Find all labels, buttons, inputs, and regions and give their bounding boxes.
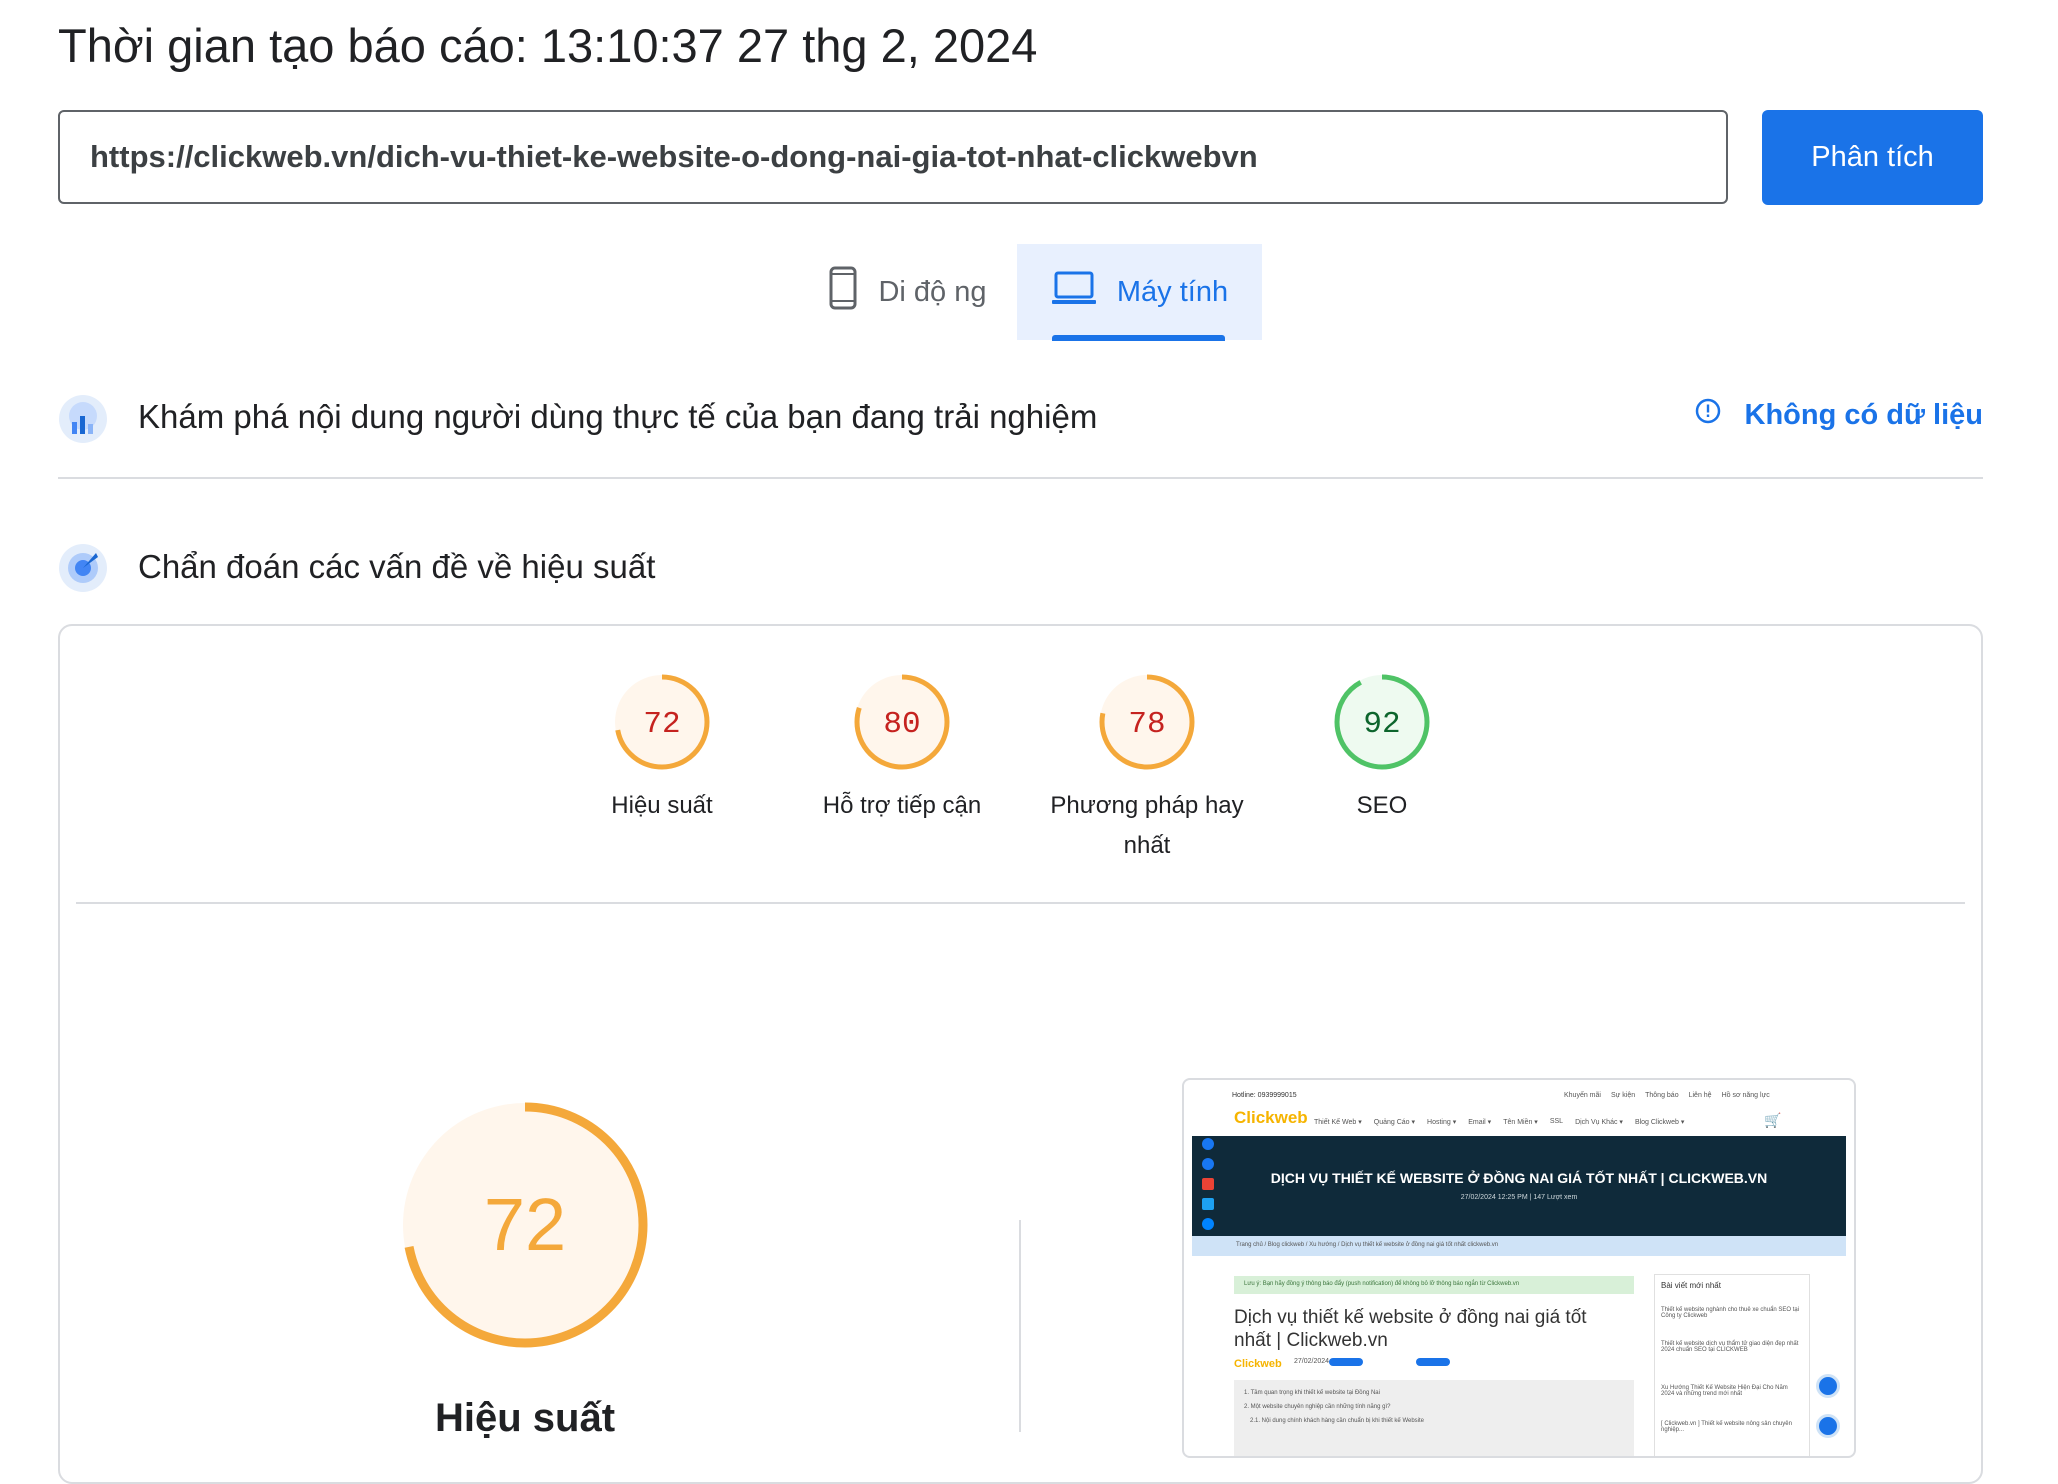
ss-breadcrumb-bar: Trang chủ / Blog clickweb / Xu hướng / D… (1192, 1236, 1846, 1256)
score-gauge-seo[interactable]: 92 SEO (1287, 672, 1477, 826)
diagnostics-title: Chẩn đoán các vấn đề về hiệu suất (138, 548, 656, 585)
ss-sidebar-item: Thiết kế website nghành cho thuê xe chuẩ… (1661, 1307, 1800, 1319)
ss-top-links: Khuyến mãi Sự kiện Thông báo Liên hệ Hồ … (1564, 1092, 1770, 1099)
analyze-button[interactable]: Phân tích (1762, 110, 1983, 205)
ss-top-link: Khuyến mãi (1564, 1092, 1601, 1099)
cart-icon: 🛒 (1764, 1112, 1782, 1128)
big-gauge-label: Hiệu suất (434, 1396, 616, 1440)
gauge-label: Hỗ trợ tiếp cận (822, 792, 982, 819)
ss-tag (1329, 1358, 1363, 1366)
gauge-label: Phương pháp hay nhất (1050, 792, 1244, 859)
gmail-icon (1202, 1178, 1214, 1190)
ss-top-link: Liên hệ (1688, 1092, 1712, 1099)
ss-notice-text: Lưu ý: Bạn hãy đồng ý thông báo đẩy (pus… (1244, 1281, 1520, 1287)
plus-icon (1202, 1138, 1214, 1150)
ss-banner: DỊCH VỤ THIẾT KẾ WEBSITE Ở ĐỒNG NAI GIÁ … (1192, 1136, 1846, 1236)
ss-tag (1416, 1358, 1450, 1366)
no-data-link[interactable]: Không có dữ liệu (1695, 398, 1984, 432)
tab-mobile[interactable]: Di độ ng (800, 244, 1015, 340)
ss-banner-title: DỊCH VỤ THIẾT KẾ WEBSITE Ở ĐỒNG NAI GIÁ … (1270, 1170, 1768, 1186)
tab-desktop-label: Máy tính (1116, 275, 1229, 308)
ss-toc: 1. Tầm quan trọng khi thiết kế website t… (1234, 1380, 1634, 1456)
ss-top-link: Sự kiện (1610, 1092, 1636, 1099)
report-time: Thời gian tạo báo cáo: 13:10:37 27 thg 2… (58, 19, 1038, 72)
ss-nav-item: Thiết Kế Web ▾ (1314, 1119, 1362, 1126)
vertical-divider (1019, 1220, 1021, 1432)
ss-nav-item: Hosting ▾ (1427, 1119, 1457, 1126)
ss-top-link: Hồ sơ năng lực (1721, 1092, 1770, 1099)
gauge-score: 78 (1128, 707, 1165, 742)
chat-icon (1816, 1374, 1840, 1398)
laptop-icon (1051, 270, 1097, 314)
performance-big-gauge: 72 (394, 1094, 656, 1361)
section-divider (58, 477, 1983, 479)
ss-nav-item: Dịch Vụ Khác ▾ (1575, 1119, 1623, 1126)
gauge-ring: 78 (1099, 674, 1195, 770)
ss-social-bar (1202, 1138, 1216, 1230)
url-input[interactable]: https://clickweb.vn/dich-vu-thiet-ke-web… (58, 110, 1728, 204)
ss-sidebar-item: [ Clickweb.vn ] Thiết kế website nông sả… (1661, 1421, 1792, 1433)
info-icon (1695, 398, 1721, 432)
gauge-ring: 80 (854, 674, 950, 770)
ss-nav-item: Email ▾ (1468, 1119, 1492, 1126)
facebook-icon (1202, 1158, 1214, 1170)
ss-date: 27/02/2024 (1294, 1358, 1330, 1365)
gauge-score: 80 (883, 707, 920, 742)
ss-sidebar-item: Thiết kế website dịch vụ thẩm tử giao di… (1661, 1341, 1799, 1353)
url-input-value: https://clickweb.vn/dich-vu-thiet-ke-web… (90, 139, 1258, 174)
gauge-score: 72 (643, 707, 680, 742)
crux-chart-icon (58, 394, 108, 449)
ss-sidebar-item: Xu Hướng Thiết Kế Website Hiện Đại Cho N… (1661, 1385, 1788, 1397)
ss-toc-item: 1. Tầm quan trọng khi thiết kế website t… (1244, 1390, 1380, 1396)
phone-icon (828, 266, 858, 318)
ss-toc-item: 2. Một website chuyên nghiệp cần những t… (1244, 1404, 1391, 1410)
crux-title: Khám phá nội dung người dùng thực tế của… (138, 398, 1098, 435)
ss-article-title: Dịch vụ thiết kế website ở đồng nai giá … (1234, 1307, 1587, 1351)
score-gauge-best-practices[interactable]: 78 Phương pháp hay nhất (1047, 672, 1247, 866)
gauge-label: SEO (1356, 792, 1408, 819)
ss-top-link: Thông báo (1645, 1092, 1679, 1099)
lighthouse-icon (58, 543, 108, 598)
ss-hotline: Hotline: 0939999015 (1232, 1092, 1297, 1099)
ss-sidebar-title: Bài viết mới nhất (1661, 1281, 1721, 1290)
page-screenshot: Hotline: 0939999015 Khuyến mãi Sự kiện T… (1182, 1078, 1856, 1458)
gauge-score: 92 (1363, 707, 1400, 742)
tab-selected-indicator (1052, 335, 1225, 341)
ss-banner-meta: 27/02/2024 12:25 PM | 147 Lượt xem (1460, 1194, 1578, 1201)
ss-breadcrumb: Trang chủ / Blog clickweb / Xu hướng / D… (1236, 1242, 1499, 1248)
ss-notice: Lưu ý: Bạn hãy đồng ý thông báo đẩy (pus… (1234, 1276, 1634, 1294)
ss-toc-item: 2.1. Nội dung chính khách hàng cần chuẩn… (1250, 1418, 1425, 1424)
gauge-label: Hiệu suất (611, 792, 713, 819)
ss-nav-item: Quảng Cáo ▾ (1373, 1119, 1416, 1126)
score-gauge-accessibility[interactable]: 80 Hỗ trợ tiếp cận (807, 672, 997, 826)
gauge-ring: 72 (614, 674, 710, 770)
score-gauge-performance[interactable]: 72 Hiệu suất (567, 672, 757, 826)
ss-nav-item: Tên Miền ▾ (1503, 1119, 1538, 1126)
gauge-ring: 92 (1334, 674, 1430, 770)
tab-mobile-label: Di độ ng (878, 275, 987, 308)
messenger-icon (1202, 1218, 1214, 1230)
ss-nav: Thiết Kế Web ▾ Quảng Cáo ▾ Hosting ▾ Ema… (1314, 1118, 1684, 1126)
phone-call-icon (1816, 1414, 1840, 1438)
crux-section: Khám phá nội dung người dùng thực tế của… (58, 390, 1983, 478)
ss-logo: Clickweb (1234, 1108, 1308, 1127)
tab-desktop[interactable]: Máy tính (1017, 244, 1262, 340)
big-gauge-score: 72 (484, 1183, 566, 1266)
ss-nav-item: SSL (1549, 1118, 1564, 1125)
twitter-icon (1202, 1198, 1214, 1210)
ss-nav-item: Blog Clickweb ▾ (1634, 1119, 1685, 1126)
ss-sidebar: Bài viết mới nhất Thiết kế website nghàn… (1654, 1274, 1810, 1456)
card-divider (76, 902, 1965, 904)
ss-author-logo: Clickweb (1234, 1358, 1282, 1370)
no-data-label: Không có dữ liệu (1744, 398, 1984, 431)
